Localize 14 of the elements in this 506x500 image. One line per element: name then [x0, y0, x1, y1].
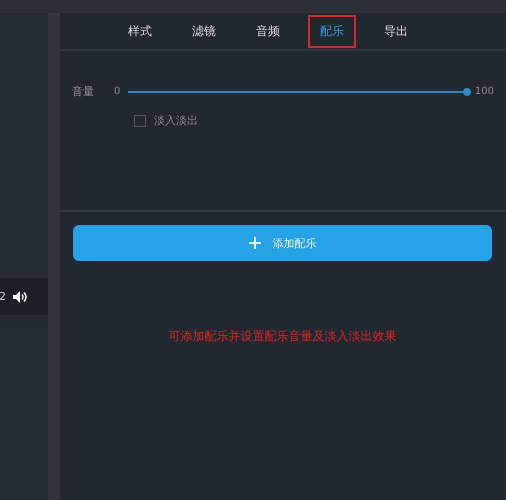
tab[interactable]: 样式: [116, 14, 164, 48]
volume-label: 音量: [72, 84, 95, 99]
min-value: 0: [114, 86, 120, 97]
time-text: 2: [0, 290, 6, 303]
fade-label: 淡入淡出: [154, 113, 198, 128]
tab[interactable]: 音频: [244, 14, 292, 48]
max-value: 100: [474, 86, 494, 97]
fade-checkbox[interactable]: [134, 114, 146, 126]
hint-text: 可添加配乐并设置配乐音量及淡入淡出效果: [168, 328, 398, 345]
tab[interactable]: 配乐: [308, 14, 356, 48]
plus-icon: [248, 237, 260, 249]
speaker-icon[interactable]: [12, 290, 28, 304]
tab[interactable]: 滤镜: [180, 14, 228, 48]
tab[interactable]: 导出: [372, 14, 420, 48]
